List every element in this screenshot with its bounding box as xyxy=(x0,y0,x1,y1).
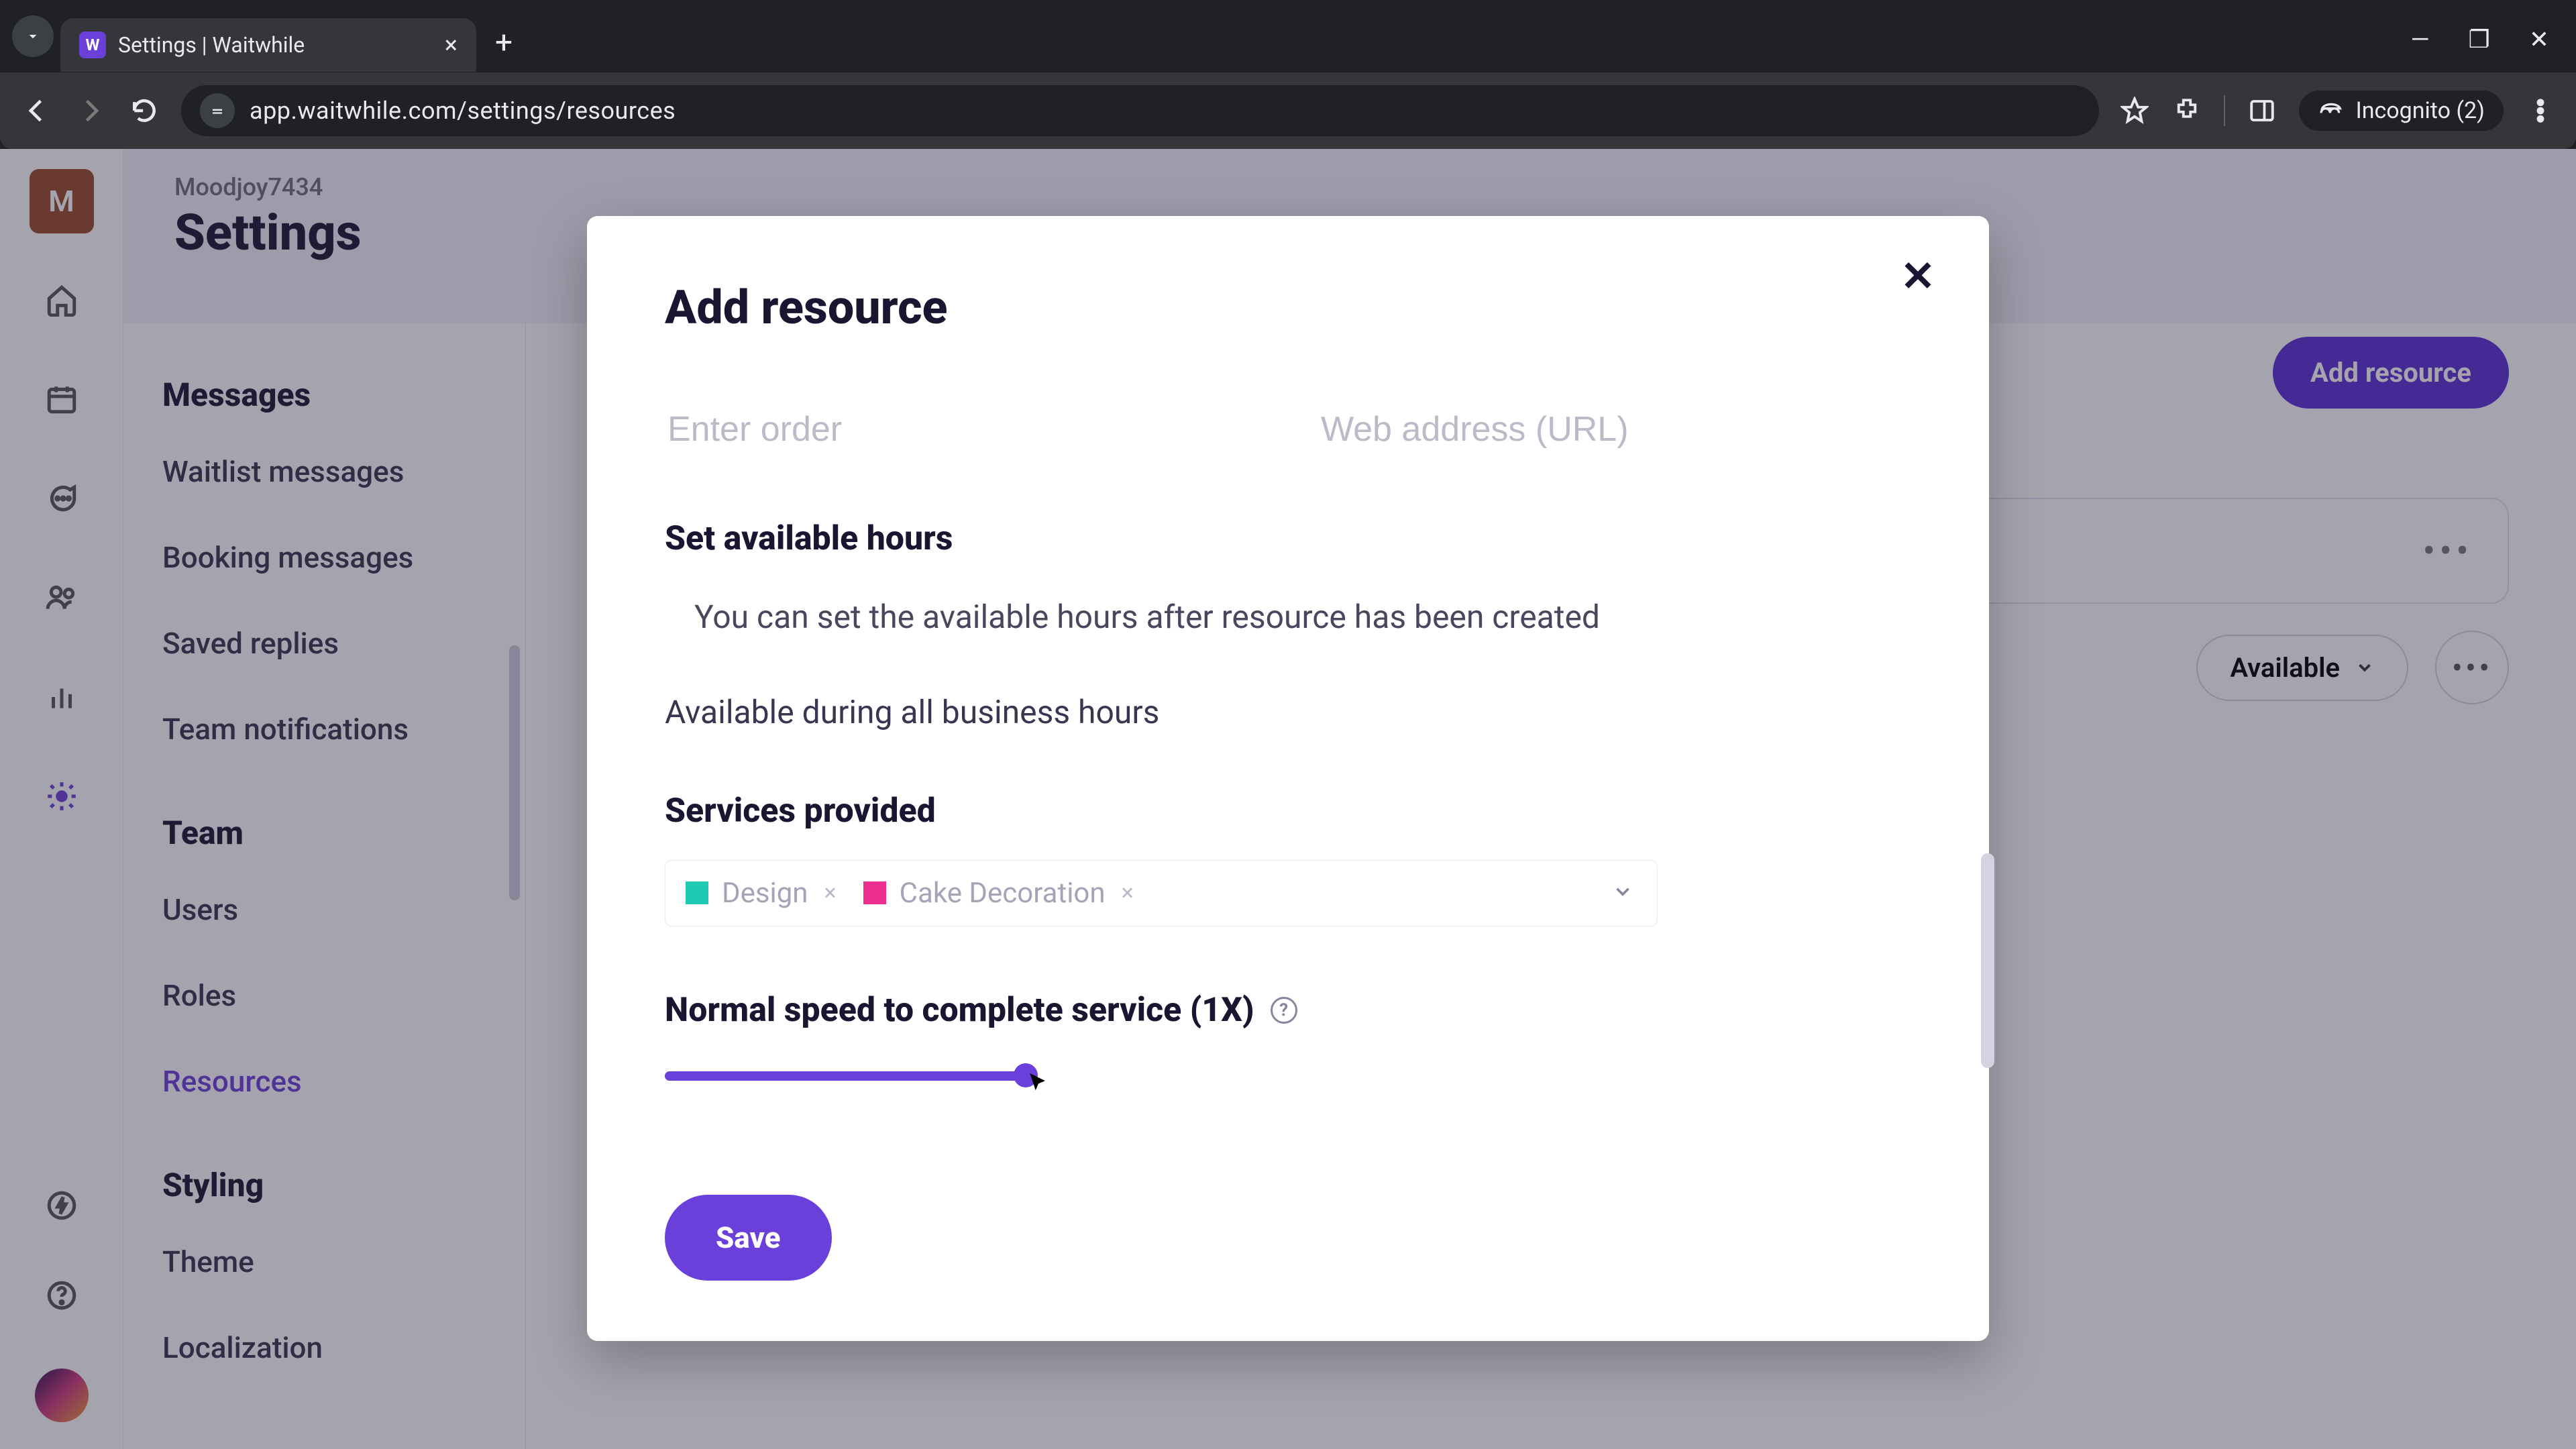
help-tooltip-icon[interactable]: ? xyxy=(1271,997,1297,1024)
divider xyxy=(2224,95,2225,126)
close-icon[interactable]: ✕ xyxy=(1900,256,1935,298)
slider-track xyxy=(665,1071,1027,1081)
tab-favicon: W xyxy=(79,32,106,58)
minimize-icon[interactable]: — xyxy=(2410,25,2429,54)
service-label: Design xyxy=(722,877,808,910)
modal-overlay[interactable]: ✕ Add resource Set available hours You c… xyxy=(0,149,2576,1449)
site-info-icon[interactable] xyxy=(200,93,235,128)
service-chip-cake-decoration: Cake Decoration × xyxy=(863,877,1134,910)
speed-slider[interactable] xyxy=(665,1061,1911,1094)
maximize-icon[interactable]: ❐ xyxy=(2469,25,2490,54)
add-resource-modal: ✕ Add resource Set available hours You c… xyxy=(587,216,1989,1341)
modal-scrollbar[interactable] xyxy=(1981,853,1994,1068)
hours-description: You can set the available hours after re… xyxy=(665,596,1604,639)
incognito-icon xyxy=(2318,97,2345,124)
tab-close-icon[interactable]: × xyxy=(445,33,458,57)
tab-search-button[interactable] xyxy=(12,15,54,57)
tab-strip: W Settings | Waitwhile × + — ❐ ✕ xyxy=(0,0,2576,72)
tab-title: Settings | Waitwhile xyxy=(118,32,433,58)
sidepanel-icon[interactable] xyxy=(2247,95,2277,126)
kebab-menu-icon[interactable] xyxy=(2525,95,2556,126)
remove-chip-icon[interactable]: × xyxy=(1122,879,1134,906)
speed-heading: Normal speed to complete service (1X) ? xyxy=(665,991,1911,1030)
save-button[interactable]: Save xyxy=(665,1195,832,1281)
remove-chip-icon[interactable]: × xyxy=(824,879,837,906)
services-select[interactable]: Design × Cake Decoration × xyxy=(665,860,1658,926)
new-tab-button[interactable]: + xyxy=(495,25,513,61)
bookmark-icon[interactable] xyxy=(2119,95,2150,126)
cursor-icon xyxy=(1027,1071,1050,1097)
service-chip-design: Design × xyxy=(686,877,837,910)
incognito-label: Incognito (2) xyxy=(2355,97,2485,124)
hours-heading: Set available hours xyxy=(665,519,1911,558)
chevron-down-icon[interactable] xyxy=(1611,880,1634,906)
reload-button[interactable] xyxy=(127,94,161,127)
url-text: app.waitwhile.com/settings/resources xyxy=(250,97,676,125)
back-button[interactable] xyxy=(20,94,54,127)
swatch-icon xyxy=(863,881,886,904)
forward-button[interactable] xyxy=(74,94,107,127)
extensions-icon[interactable] xyxy=(2171,95,2202,126)
order-input[interactable] xyxy=(665,400,1258,459)
browser-tab[interactable]: W Settings | Waitwhile × xyxy=(60,18,476,72)
services-heading: Services provided xyxy=(665,792,1911,830)
address-bar: app.waitwhile.com/settings/resources Inc… xyxy=(0,72,2576,149)
hours-subtext: Available during all business hours xyxy=(665,693,1911,731)
service-label: Cake Decoration xyxy=(900,877,1106,910)
url-bar[interactable]: app.waitwhile.com/settings/resources xyxy=(181,85,2099,136)
swatch-icon xyxy=(686,881,708,904)
modal-title: Add resource xyxy=(665,280,1911,335)
app-viewport: M Moodjoy7434 Settings Messages Wai xyxy=(0,149,2576,1449)
close-window-icon[interactable]: ✕ xyxy=(2529,25,2549,54)
incognito-indicator[interactable]: Incognito (2) xyxy=(2299,91,2504,131)
url-input[interactable] xyxy=(1318,400,1911,459)
window-controls: — ❐ ✕ xyxy=(2410,25,2564,54)
